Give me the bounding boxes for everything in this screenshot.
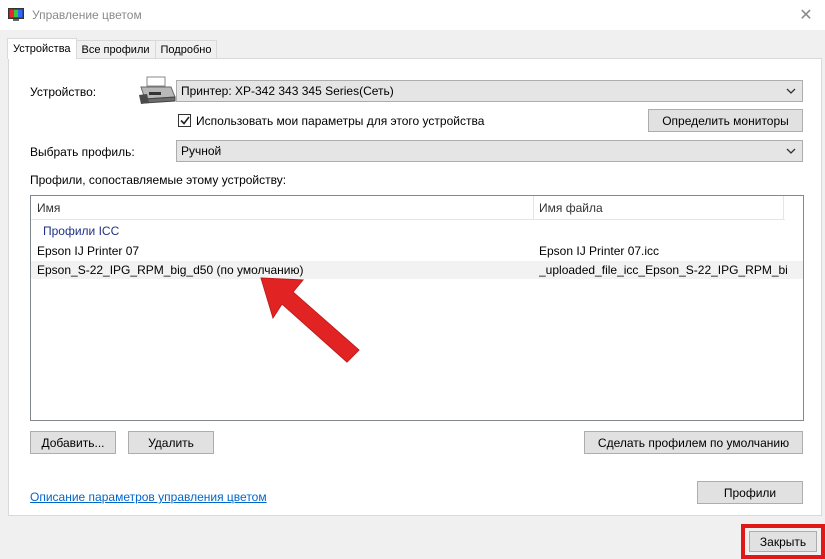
use-my-settings-label: Использовать мои параметры для этого уст… bbox=[196, 114, 485, 128]
device-select-value: Принтер: XP-342 343 345 Series(Сеть) bbox=[181, 84, 394, 98]
tab-advanced[interactable]: Подробно bbox=[154, 40, 218, 59]
device-select[interactable]: Принтер: XP-342 343 345 Series(Сеть) bbox=[176, 80, 803, 102]
set-default-profile-button[interactable]: Сделать профилем по умолчанию bbox=[584, 431, 803, 454]
profiles-listbox[interactable]: Имя Имя файла Профили ICC Epson IJ Print… bbox=[30, 195, 804, 421]
remove-profile-button[interactable]: Удалить bbox=[128, 431, 214, 454]
devices-panel: Устройство: Принтер: XP-342 343 345 Seri… bbox=[8, 58, 822, 516]
icc-profiles-group: Профили ICC bbox=[43, 224, 120, 238]
profile-filename: _uploaded_file_icc_Epson_S-22_IPG_RPM_bi… bbox=[539, 263, 789, 277]
tab-devices[interactable]: Устройства bbox=[7, 38, 77, 59]
column-header-name[interactable]: Имя bbox=[31, 196, 533, 220]
identify-monitors-button[interactable]: Определить мониторы bbox=[648, 109, 803, 132]
device-label: Устройство: bbox=[30, 85, 97, 99]
profile-mode-value: Ручной bbox=[181, 144, 222, 158]
tab-strip: Устройства Все профили Подробно bbox=[7, 38, 218, 59]
list-header: Имя Имя файла bbox=[31, 196, 785, 220]
profile-name: Epson IJ Printer 07 bbox=[37, 244, 140, 258]
title-bar: Управление цветом ✕ bbox=[0, 0, 825, 30]
window-title: Управление цветом bbox=[32, 8, 142, 22]
profiles-list-caption: Профили, сопоставляемые этому устройству… bbox=[30, 173, 287, 187]
table-row[interactable]: Epson IJ Printer 07 Epson IJ Printer 07.… bbox=[31, 242, 803, 260]
profile-mode-select[interactable]: Ручной bbox=[176, 140, 803, 162]
use-my-settings-checkbox[interactable] bbox=[178, 114, 191, 127]
add-profile-button[interactable]: Добавить... bbox=[30, 431, 116, 454]
select-profile-label: Выбрать профиль: bbox=[30, 145, 135, 159]
printer-icon bbox=[139, 76, 176, 104]
check-icon bbox=[179, 116, 190, 125]
table-row[interactable]: Epson_S-22_IPG_RPM_big_d50 (по умолчанию… bbox=[31, 261, 803, 279]
chevron-down-icon bbox=[784, 83, 798, 99]
color-management-app-icon bbox=[8, 8, 24, 21]
profile-filename: Epson IJ Printer 07.icc bbox=[539, 244, 660, 258]
close-button[interactable]: Закрыть bbox=[749, 531, 817, 552]
annotation-arrow-icon bbox=[260, 277, 360, 363]
tab-all-profiles[interactable]: Все профили bbox=[75, 40, 156, 59]
column-header-filename[interactable]: Имя файла bbox=[533, 196, 783, 220]
color-management-help-link[interactable]: Описание параметров управления цветом bbox=[30, 490, 267, 504]
close-icon[interactable]: ✕ bbox=[795, 4, 817, 26]
chevron-down-icon bbox=[784, 143, 798, 159]
profiles-button[interactable]: Профили bbox=[697, 481, 803, 504]
close-button-highlight: Закрыть bbox=[741, 524, 825, 559]
